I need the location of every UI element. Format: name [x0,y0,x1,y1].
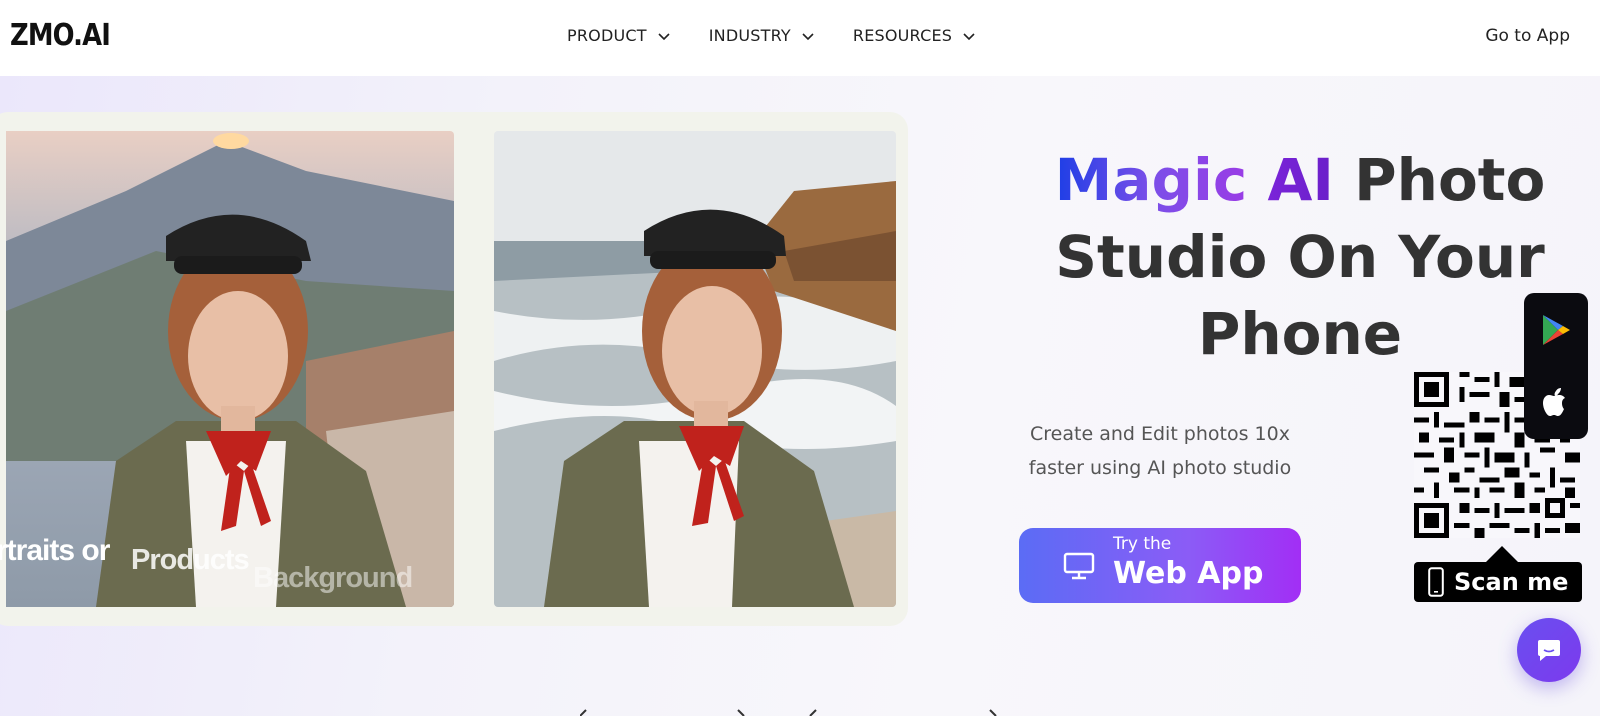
hero-subtitle-line1: Create and Edit photos 10x [1030,423,1290,445]
top-header: ZMO.AI PRODUCT INDUSTRY RESOURCES Go to … [0,0,1600,76]
cta-big-label: Web App [1113,556,1264,591]
hero-title-line3: Phone [1197,300,1403,368]
hero-title-photo: Photo [1354,146,1546,214]
nav-product-label: PRODUCT [567,26,647,45]
scan-pointer [1486,546,1518,562]
chevron-down-icon [658,32,670,40]
app-store-panel [1524,293,1588,439]
scan-me-badge: Scan me [1414,546,1582,602]
rotating-word: rtraits or [0,534,110,567]
try-web-app-button[interactable]: Try the Web App [1019,528,1301,603]
hero-title-magic: Magic [1054,146,1248,214]
rotating-word: Background [253,562,413,594]
bottom-partial-icons [580,709,997,716]
chat-icon [1538,640,1560,661]
main-nav: PRODUCT INDUSTRY RESOURCES [567,26,976,45]
nav-product[interactable]: PRODUCT [567,26,671,45]
hero-subtitle-line2: faster using AI photo studio [1028,457,1292,479]
nav-resources[interactable]: RESOURCES [853,26,976,45]
scan-me-label: Scan me [1454,568,1569,596]
logo[interactable]: ZMO.AI [10,18,111,53]
hero-subtitle: Create and Edit photos 10x faster using … [1000,417,1320,485]
nav-industry-label: INDUSTRY [708,26,791,45]
chevron-down-icon [963,32,975,40]
chevron-down-icon [802,32,814,40]
apple-icon[interactable] [1540,385,1572,419]
hero-title: Magic AI Photo Studio On Your Phone [1040,142,1560,373]
nav-resources-label: RESOURCES [852,26,953,45]
hero-title-line1: Magic AI Photo [1040,142,1560,219]
google-play-icon[interactable] [1540,313,1572,347]
hero-title-ai: AI [1267,146,1334,214]
chat-button[interactable] [1517,618,1581,682]
hero-title-line2: Studio On Your [1055,223,1545,291]
cta-small-label: Try the [1113,534,1172,554]
phone-icon [1428,567,1444,597]
rotating-word: Products [131,544,250,576]
monitor-icon [1063,552,1095,580]
after-photo [494,131,896,607]
nav-industry[interactable]: INDUSTRY [709,26,815,45]
go-to-app-link[interactable]: Go to App [1485,26,1570,46]
